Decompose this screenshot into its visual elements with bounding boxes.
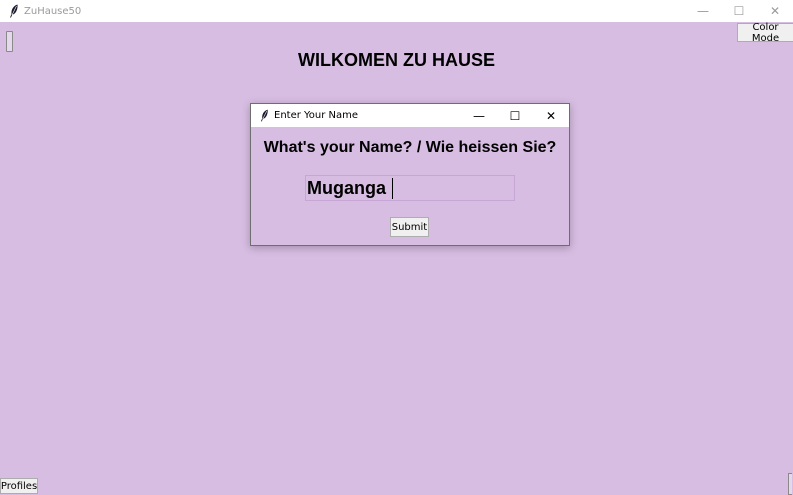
- right-scrollbar[interactable]: [788, 473, 792, 495]
- name-question-label: What's your Name? / Wie heissen Sie?: [263, 139, 557, 156]
- close-button[interactable]: ✕: [757, 0, 793, 22]
- app-titlebar: ZuHause50 — ☐ ✕: [0, 0, 793, 22]
- maximize-button[interactable]: ☐: [721, 0, 757, 22]
- window-controls: — ☐ ✕: [685, 0, 793, 22]
- page-title: WILKOMEN ZU HAUSE: [298, 50, 495, 70]
- dialog-minimize-button[interactable]: —: [461, 104, 497, 127]
- profiles-button[interactable]: Profiles: [0, 478, 38, 494]
- dialog-title: Enter Your Name: [274, 110, 359, 121]
- minimize-button[interactable]: —: [685, 0, 721, 22]
- dialog-titlebar[interactable]: Enter Your Name — ☐ ✕: [251, 104, 569, 127]
- app-title: ZuHause50: [24, 5, 82, 17]
- color-mode-button[interactable]: Color Mode: [737, 22, 793, 44]
- submit-button[interactable]: Submit: [390, 217, 429, 237]
- dialog-maximize-button[interactable]: ☐: [497, 104, 533, 127]
- name-input[interactable]: [305, 175, 515, 201]
- feather-icon: [6, 3, 22, 19]
- feather-icon: [257, 109, 271, 123]
- dialog-close-button[interactable]: ✕: [533, 104, 569, 127]
- enter-name-dialog: Enter Your Name — ☐ ✕ What's your Name? …: [250, 103, 570, 246]
- text-caret: [392, 178, 393, 199]
- left-scrollbar[interactable]: [6, 31, 13, 52]
- dialog-window-controls: — ☐ ✕: [461, 104, 569, 127]
